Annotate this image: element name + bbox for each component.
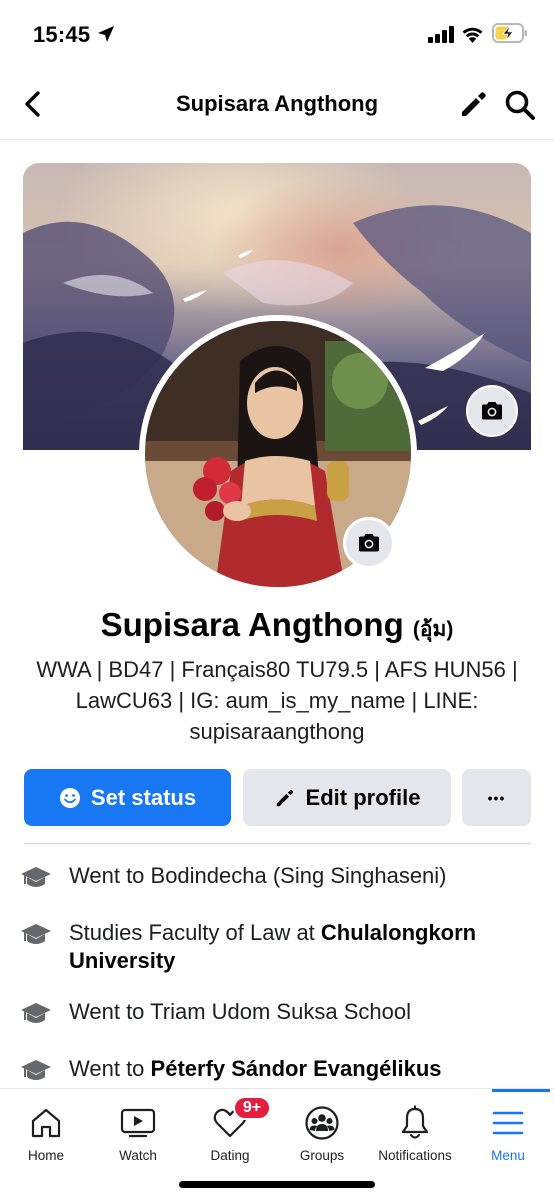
- home-icon: [31, 1108, 61, 1138]
- nav-label: Menu: [491, 1148, 525, 1163]
- set-status-button[interactable]: Set status: [24, 769, 231, 826]
- cover-camera-button[interactable]: [466, 385, 518, 437]
- more-options-button[interactable]: •••: [462, 769, 531, 826]
- nav-watch[interactable]: Watch: [92, 1089, 184, 1169]
- signal-icon: [428, 26, 454, 43]
- wifi-icon: [462, 27, 483, 43]
- graduation-cap-icon: [21, 924, 51, 944]
- pencil-icon: [276, 789, 293, 806]
- profile-nickname: (อุ้ม): [412, 618, 454, 641]
- nav-label: Notifications: [378, 1148, 452, 1163]
- nav-notifications[interactable]: Notifications: [369, 1089, 461, 1169]
- intro-text: Went to Péterfy Sándor Evangélikus: [69, 1056, 442, 1081]
- avatar-camera-button[interactable]: [343, 517, 395, 569]
- graduation-cap-icon: [21, 1060, 51, 1080]
- camera-icon: [359, 534, 379, 552]
- bell-icon: [401, 1105, 429, 1139]
- more-dots-icon: •••: [487, 789, 506, 806]
- nav-groups[interactable]: Groups: [276, 1089, 368, 1169]
- location-arrow-icon: [98, 26, 114, 42]
- intro-text: Studies Faculty of Law at Chulalongkorn …: [69, 920, 477, 973]
- home-indicator: [179, 1181, 375, 1188]
- set-status-label: Set status: [90, 784, 197, 810]
- intro-text: Went to Bodindecha (Sing Singhaseni): [69, 863, 447, 888]
- graduation-cap-icon: [21, 1003, 51, 1023]
- battery-charging-icon: [492, 23, 527, 43]
- graduation-cap-icon: [21, 867, 51, 887]
- edit-profile-label: Edit profile: [305, 784, 421, 810]
- profile-full-name: Supisara Angthong: [100, 606, 404, 643]
- nav-home[interactable]: Home: [0, 1089, 92, 1169]
- search-icon[interactable]: [503, 88, 537, 122]
- nav-label: Groups: [299, 1148, 345, 1163]
- groups-icon: [305, 1106, 339, 1140]
- nav-menu[interactable]: Menu: [462, 1089, 554, 1169]
- camera-icon: [482, 402, 502, 420]
- status-bar: 15:45: [0, 0, 554, 70]
- pencil-icon[interactable]: [458, 88, 490, 120]
- hamburger-menu-icon: [492, 1111, 524, 1135]
- status-time: 15:45: [33, 22, 91, 47]
- video-icon: [120, 1108, 156, 1138]
- dating-badge: 9+: [233, 1096, 271, 1120]
- nav-label: Watch: [119, 1148, 157, 1163]
- edit-profile-button[interactable]: Edit profile: [243, 769, 451, 826]
- profile-name: Supisara Angthong (อุ้ม): [0, 606, 554, 646]
- nav-label: Dating: [210, 1148, 250, 1163]
- intro-text: Went to Triam Udom Suksa School: [69, 999, 411, 1024]
- nav-label: Home: [27, 1148, 64, 1163]
- divider: [24, 843, 531, 844]
- profile-bio: WWA | BD47 | Français80 TU79.5 | AFS HUN…: [36, 657, 518, 744]
- profile-header: Supisara Angthong: [0, 70, 554, 140]
- smiley-icon: [59, 787, 80, 808]
